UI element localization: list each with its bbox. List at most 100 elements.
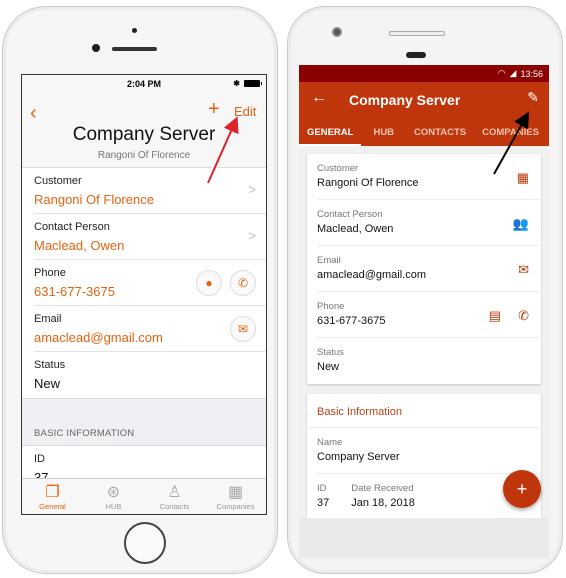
tab-companies[interactable]: COMPANIES: [474, 118, 547, 146]
home-button[interactable]: [124, 522, 166, 564]
phone-icon[interactable]: ✆: [518, 308, 529, 324]
iphone-frame: 2:04 PM ✱ ‹ + Edit Company Server Rangon…: [2, 6, 278, 574]
email-row: Email amaclead@gmail.com ✉: [34, 306, 266, 352]
tab-label: General: [39, 502, 66, 511]
field-value: New: [34, 376, 61, 391]
status-time: 2:04 PM: [126, 78, 161, 89]
edit-pencil-icon[interactable]: ✎: [527, 89, 539, 106]
field-label: Status: [317, 347, 344, 358]
field-label: Customer: [317, 163, 359, 174]
email-button[interactable]: ✉: [230, 316, 256, 342]
field-label: Email: [317, 255, 341, 266]
status-bar: ◠ ◢ 13:56: [299, 65, 549, 82]
field-value: Maclead, Owen: [34, 238, 125, 253]
tab-contacts[interactable]: CONTACTS: [406, 118, 474, 146]
phone-row: Phone 631-677-3675 ▤ ✆: [317, 292, 541, 338]
id-label: ID: [317, 483, 327, 494]
ios-screen: 2:04 PM ✱ ‹ + Edit Company Server Rangon…: [21, 74, 267, 515]
overlapping-squares-icon: ❐: [45, 484, 60, 501]
status-time: 13:56: [520, 68, 543, 79]
card-title: Basic Information: [307, 394, 541, 428]
tab-companies[interactable]: ▦ Companies: [205, 479, 266, 514]
contact-person-row[interactable]: Contact Person Maclead, Owen >: [34, 214, 266, 260]
email-row: Email amaclead@gmail.com ✉: [317, 246, 541, 292]
android-screen: ◠ ◢ 13:56 ← Company Server ✎ GENERAL HUB…: [299, 65, 549, 518]
back-chevron-icon[interactable]: ‹: [30, 102, 37, 125]
bluetooth-icon: ✱: [233, 79, 240, 88]
buildings-icon: ▦: [227, 484, 244, 501]
email-icon[interactable]: ✉: [518, 262, 529, 278]
edit-button[interactable]: Edit: [234, 104, 256, 119]
status-row: Status New: [34, 352, 266, 398]
toolbar: ← Company Server ✎: [299, 82, 549, 118]
phone-icon: ✆: [237, 276, 249, 290]
section-header: BASIC INFORMATION: [22, 398, 266, 446]
tab-hub[interactable]: HUB: [361, 118, 406, 146]
tab-bar: ❐ General ⊛ HUB ♙ Contacts ▦ Companies: [22, 478, 266, 514]
tab-label: Contacts: [159, 502, 190, 511]
field-value: New: [317, 361, 340, 373]
field-value: Maclead, Owen: [317, 223, 394, 235]
page-title: Company Server: [72, 124, 216, 145]
field-label: Contact Person: [34, 221, 110, 233]
tab-hub[interactable]: ⊛ HUB: [83, 479, 144, 514]
page-title: Company Server: [349, 92, 461, 108]
field-label: Contact Person: [317, 209, 383, 220]
field-value: amaclead@gmail.com: [317, 269, 426, 281]
id-value: 37: [317, 497, 330, 509]
sensor: [132, 28, 137, 33]
field-label: Phone: [317, 301, 345, 312]
front-camera: [332, 27, 342, 37]
signal-icon: ◢: [509, 68, 517, 78]
field-value: Rangoni Of Florence: [317, 177, 419, 189]
add-fab-button[interactable]: +: [503, 470, 541, 508]
hub-wheel-icon: ⊛: [106, 484, 121, 501]
back-arrow-icon[interactable]: ←: [311, 89, 327, 107]
customer-row[interactable]: Customer Rangoni Of Florence >: [34, 168, 266, 214]
page-subtitle: Rangoni Of Florence: [97, 150, 191, 161]
date-received-value: Jan 18, 2018: [351, 497, 415, 509]
field-label: Customer: [34, 175, 82, 187]
field-label: Name: [317, 437, 343, 448]
front-camera: [92, 44, 100, 52]
chat-bubble-icon: ●: [205, 276, 213, 290]
name-row: Name Company Server: [317, 428, 541, 474]
details-card: Customer Rangoni Of Florence ▦ Contact P…: [307, 154, 541, 384]
tab-label: HUB: [105, 502, 122, 511]
add-button[interactable]: +: [208, 98, 220, 121]
business-icon[interactable]: ▦: [517, 170, 529, 186]
tab-general[interactable]: GENERAL: [299, 118, 362, 146]
battery-icon: [244, 80, 262, 87]
date-received-label: Date Received: [351, 483, 414, 494]
tab-general[interactable]: ❐ General: [22, 479, 83, 514]
tab-contacts[interactable]: ♙ Contacts: [144, 479, 205, 514]
wifi-icon: ◠: [497, 68, 506, 78]
sms-icon[interactable]: ▤: [489, 308, 501, 324]
android-phone-frame: ◠ ◢ 13:56 ← Company Server ✎ GENERAL HUB…: [287, 6, 563, 574]
tab-label: Companies: [216, 502, 255, 511]
screen-bottom: [299, 518, 549, 558]
call-button[interactable]: ✆: [230, 270, 256, 296]
field-value: 631-677-3675: [317, 315, 386, 327]
field-label: ID: [34, 453, 45, 465]
phone-row: Phone 631-677-3675 ● ✆: [34, 260, 266, 306]
chevron-right-icon: >: [248, 182, 256, 197]
field-label: Status: [34, 359, 66, 371]
contact-person-row[interactable]: Contact Person Maclead, Owen 👥: [317, 200, 541, 246]
field-value: Company Server: [317, 451, 400, 463]
people-icon[interactable]: 👥: [513, 216, 529, 232]
sensor: [406, 52, 426, 58]
earpiece-speaker: [112, 47, 157, 51]
field-value: Rangoni Of Florence: [34, 192, 154, 207]
chevron-right-icon: >: [248, 228, 256, 243]
message-button[interactable]: ●: [196, 270, 222, 296]
earpiece-speaker: [389, 31, 445, 36]
navigation-bar: ‹ + Edit Company Server Rangoni Of Flore…: [22, 92, 266, 168]
status-row: Status New: [317, 338, 541, 384]
status-bar: 2:04 PM ✱: [22, 75, 266, 92]
section-header-label: BASIC INFORMATION: [34, 428, 135, 439]
envelope-icon: ✉: [237, 322, 249, 336]
customer-row[interactable]: Customer Rangoni Of Florence ▦: [317, 154, 541, 200]
tab-strip: GENERAL HUB CONTACTS COMPANIES: [299, 118, 549, 146]
person-icon: ♙: [167, 484, 182, 501]
